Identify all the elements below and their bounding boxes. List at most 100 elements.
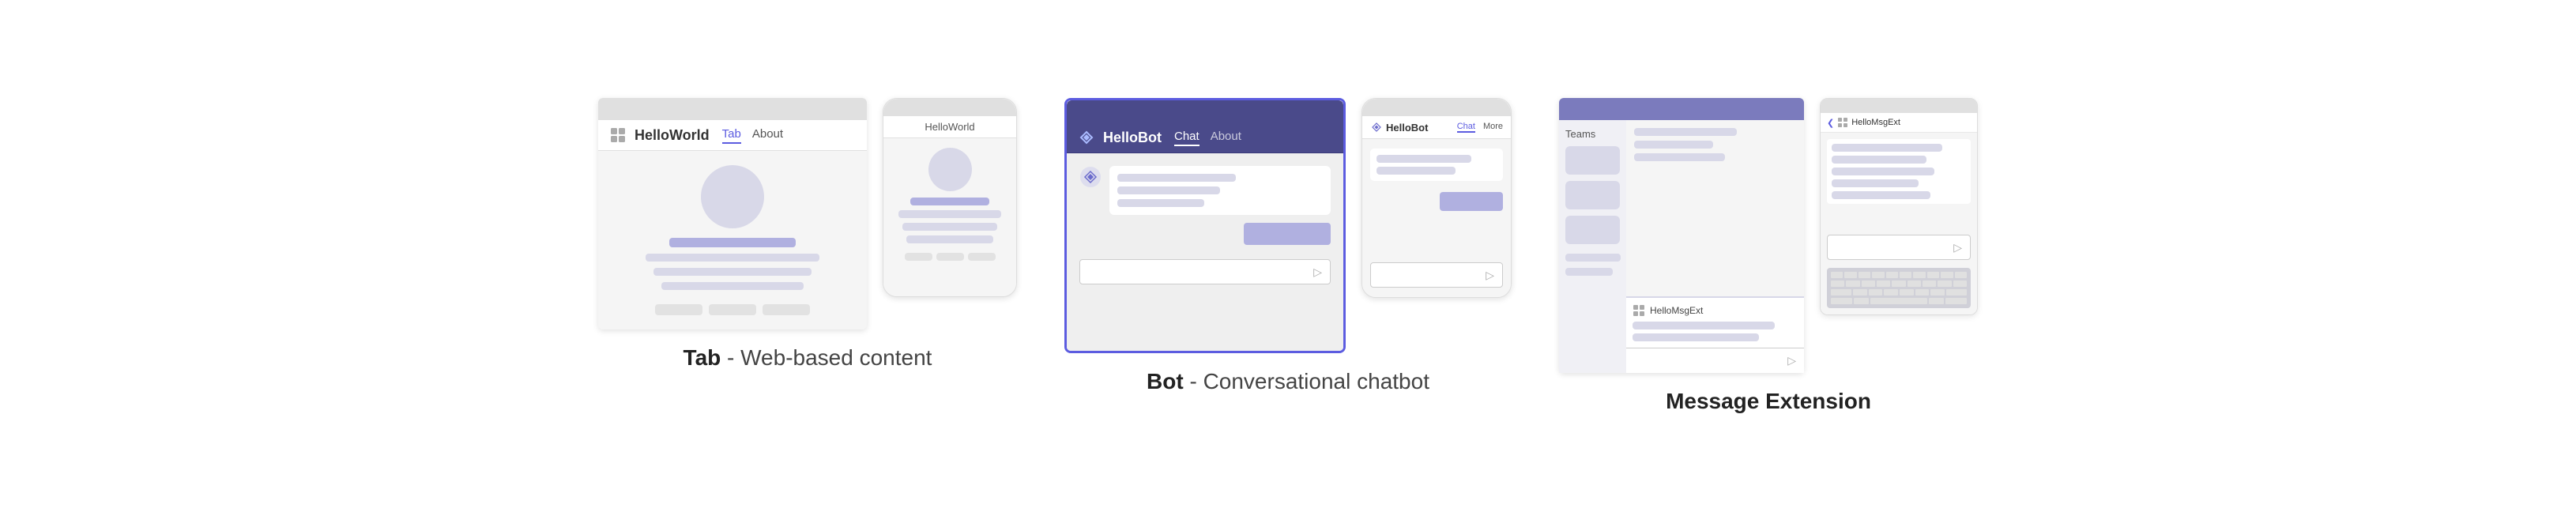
bot-chat-body: ▷ bbox=[1067, 153, 1343, 351]
main-container: HelloWorld Tab About bbox=[0, 74, 2576, 438]
keyboard-row-1 bbox=[1831, 272, 1967, 278]
msgext-mobile-panel bbox=[1827, 139, 1971, 204]
bot-outer-border: HelloBot Chat About bbox=[1064, 98, 1346, 353]
bot-label: Bot - Conversational chatbot bbox=[1147, 369, 1429, 394]
bot-mobile-skel-2 bbox=[1377, 167, 1456, 175]
bot-bubble-icon bbox=[1079, 166, 1102, 188]
msgext-mock-windows: Teams bbox=[1559, 98, 1978, 373]
tab-tab-active[interactable]: Tab bbox=[722, 127, 741, 144]
tab-mobile-avatar bbox=[928, 148, 972, 191]
tab-mobile-bottom-2 bbox=[936, 253, 964, 261]
msgext-panel-skels bbox=[1633, 322, 1798, 341]
msgext-sidebar-skel-1 bbox=[1565, 254, 1621, 262]
msgext-mobile-name: HelloMsgExt bbox=[1851, 118, 1900, 127]
msgext-panel-header: HelloMsgExt bbox=[1633, 304, 1798, 317]
tab-skel-bar-1 bbox=[669, 238, 796, 247]
key bbox=[1927, 272, 1939, 278]
key bbox=[1831, 272, 1843, 278]
msgext-send-icon: ▷ bbox=[1787, 354, 1796, 367]
bot-mobile-tab-more[interactable]: More bbox=[1483, 122, 1503, 133]
bot-tab-active[interactable]: Chat bbox=[1174, 130, 1199, 146]
msgext-teams-label: Teams bbox=[1565, 128, 1620, 140]
tab-mobile-name: HelloWorld bbox=[925, 121, 974, 133]
back-chevron-icon[interactable]: ❮ bbox=[1827, 118, 1834, 128]
key-backspace bbox=[1946, 289, 1967, 296]
msgext-mobile-body: ▷ bbox=[1821, 133, 1977, 314]
tab-tab-inactive[interactable]: About bbox=[752, 127, 783, 144]
key bbox=[1955, 272, 1967, 278]
msgext-chat-skel-2 bbox=[1634, 141, 1713, 149]
msgext-panel-name: HelloMsgExt bbox=[1650, 305, 1703, 316]
msgext-mobile-send-icon: ▷ bbox=[1953, 241, 1962, 254]
bot-mobile-header: HelloBot Chat More bbox=[1362, 116, 1511, 139]
key bbox=[1900, 272, 1911, 278]
key-shift bbox=[1831, 289, 1851, 296]
tab-section: HelloWorld Tab About bbox=[598, 98, 1017, 371]
bot-mobile-input-bar[interactable]: ▷ bbox=[1370, 262, 1503, 288]
tab-label-rest: - Web-based content bbox=[721, 345, 932, 370]
tab-mobile-skel-3 bbox=[902, 223, 997, 231]
msgext-section: Teams bbox=[1559, 98, 1978, 414]
key bbox=[1859, 272, 1870, 278]
bot-tab-inactive[interactable]: About bbox=[1211, 130, 1241, 146]
key bbox=[1872, 272, 1884, 278]
tab-mobile-window: HelloWorld bbox=[883, 98, 1017, 297]
msgext-mobile-skel-2 bbox=[1832, 156, 1926, 164]
key bbox=[1844, 272, 1856, 278]
msgext-mobile-skel-5 bbox=[1832, 191, 1930, 199]
tab-bottom-skels bbox=[655, 304, 810, 315]
tab-mobile-bottom-skels bbox=[891, 253, 1008, 261]
tab-tabs: Tab About bbox=[722, 127, 783, 144]
tab-text-skels bbox=[612, 238, 853, 290]
key bbox=[1862, 280, 1875, 287]
tab-mobile-skel-2 bbox=[898, 210, 1001, 218]
msgext-topbar bbox=[1559, 98, 1804, 120]
tab-skel-bar-4 bbox=[661, 282, 804, 290]
tab-mobile-bottom-3 bbox=[968, 253, 996, 261]
msgext-mobile-skel-4 bbox=[1832, 179, 1919, 187]
tab-desktop-window: HelloWorld Tab About bbox=[598, 98, 867, 329]
bot-mobile-chat-lines bbox=[1370, 149, 1503, 181]
key-space bbox=[1870, 298, 1928, 304]
bot-mock-windows: HelloBot Chat About bbox=[1064, 98, 1512, 353]
msgext-label-bold: Message Extension bbox=[1666, 389, 1871, 413]
tab-label: Tab - Web-based content bbox=[684, 345, 932, 371]
key bbox=[1915, 289, 1930, 296]
key bbox=[1831, 280, 1844, 287]
key bbox=[1953, 280, 1967, 287]
bot-chat-lines bbox=[1109, 166, 1331, 215]
bot-label-bold: Bot bbox=[1147, 369, 1184, 393]
msgext-sidebar-item-3 bbox=[1565, 216, 1620, 244]
bot-mobile-bubble bbox=[1370, 149, 1503, 181]
msgext-panel-desktop: HelloMsgExt bbox=[1626, 296, 1804, 348]
key bbox=[1941, 272, 1953, 278]
msgext-mobile-skel-3 bbox=[1832, 168, 1934, 175]
tab-mobile-bottom-1 bbox=[905, 253, 932, 261]
bot-mobile-tabs: Chat More bbox=[1457, 122, 1503, 133]
bot-desktop-window: HelloBot Chat About bbox=[1067, 100, 1343, 351]
tab-mobile-skel-4 bbox=[906, 235, 993, 243]
bot-input-bar[interactable]: ▷ bbox=[1079, 259, 1331, 284]
keyboard-row-2 bbox=[1831, 280, 1967, 287]
msgext-chat-skel-3 bbox=[1634, 153, 1725, 161]
msgext-input-bar[interactable]: ▷ bbox=[1626, 348, 1804, 373]
tab-app-header: HelloWorld Tab About bbox=[598, 120, 867, 151]
bot-mobile-window: HelloBot Chat More bbox=[1361, 98, 1512, 298]
bot-chat-skel-2 bbox=[1117, 186, 1220, 194]
msgext-panel-skel-1 bbox=[1633, 322, 1775, 329]
bot-mobile-reply-btn[interactable] bbox=[1440, 192, 1503, 211]
key bbox=[1923, 280, 1936, 287]
tab-mock-windows: HelloWorld Tab About bbox=[598, 98, 1017, 329]
bot-reply-btn[interactable] bbox=[1244, 223, 1331, 245]
msgext-chat-skel-1 bbox=[1634, 128, 1737, 136]
bot-mobile-tab-chat[interactable]: Chat bbox=[1457, 122, 1475, 133]
bot-chat-skel-1 bbox=[1117, 174, 1236, 182]
msgext-layout: Teams bbox=[1559, 120, 1804, 373]
key bbox=[1853, 289, 1867, 296]
tab-bottom-skel-1 bbox=[655, 304, 702, 315]
bot-chat-bubble bbox=[1109, 166, 1331, 215]
tab-skel-bar-2 bbox=[646, 254, 819, 262]
keyboard-row-3 bbox=[1831, 289, 1967, 296]
msgext-sidebar-item-2 bbox=[1565, 181, 1620, 209]
msgext-mobile-input-bar[interactable]: ▷ bbox=[1827, 235, 1971, 260]
